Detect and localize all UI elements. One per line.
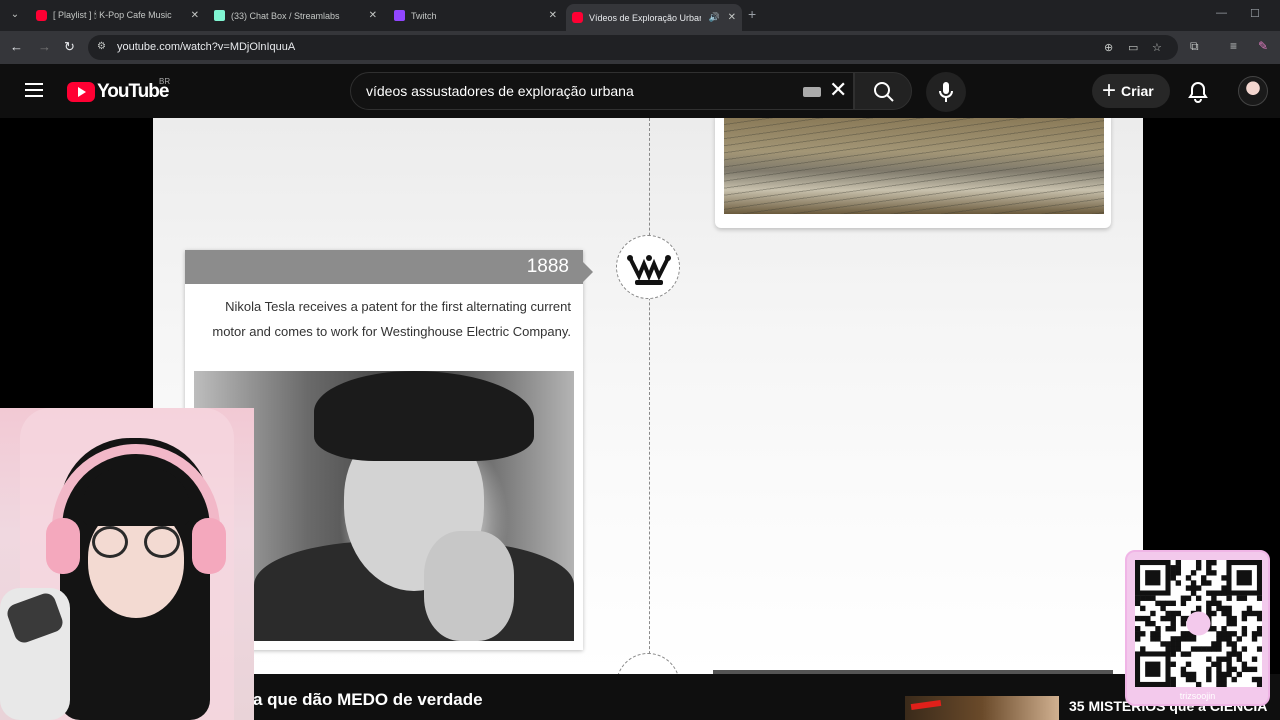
qr-code-icon <box>1135 560 1263 688</box>
tab-label: Vídeos de Exploração Urbana <box>589 12 701 23</box>
card-description: Nikola Tesla receives a patent for the f… <box>212 299 571 339</box>
qr-code <box>1135 560 1263 688</box>
card-header: 1888 <box>185 250 593 284</box>
tab-label: Twitch <box>411 10 437 21</box>
cast-icon[interactable]: ▭ <box>1128 41 1138 54</box>
microphone-icon <box>939 82 953 102</box>
qr-label: trizsoojin <box>1179 691 1216 701</box>
create-label: Criar <box>1121 83 1154 99</box>
timeline-marker <box>616 235 680 299</box>
tab-streamlabs[interactable]: (33) Chat Box / Streamlabs ✕ <box>208 4 383 27</box>
search-input[interactable]: vídeos assustadores de exploração urbana <box>366 83 634 99</box>
tab-search-chevron-icon[interactable]: ⌄ <box>8 8 22 22</box>
headset-cup-left <box>46 518 80 574</box>
media-control-icon[interactable]: ≡ <box>1230 39 1237 53</box>
youtube-play-icon <box>67 82 95 102</box>
browser-tab-strip: ⌄ [ Playlist ] 🕯 K-Pop Cafe Music ✕ (33)… <box>0 0 1280 31</box>
avatar[interactable] <box>1238 76 1268 106</box>
country-code: BR <box>159 77 171 86</box>
headset-cup-right <box>192 518 226 574</box>
year-label: 1888 <box>526 256 569 277</box>
youtube-wordmark: YouTube <box>97 81 169 102</box>
bookmark-star-icon[interactable]: ☆ <box>1152 41 1162 54</box>
search-icon <box>874 82 894 102</box>
back-arrow-icon[interactable]: ← <box>10 39 23 54</box>
streamlabs-icon <box>214 10 225 21</box>
close-icon[interactable]: ✕ <box>369 10 377 21</box>
notifications-bell-icon[interactable] <box>1187 81 1209 108</box>
westinghouse-logo-icon <box>627 255 671 285</box>
extensions-puzzle-icon[interactable]: ⧉ <box>1190 39 1199 54</box>
search-button[interactable] <box>854 72 912 110</box>
youtube-icon <box>572 12 583 23</box>
red-arrow-icon <box>910 699 942 711</box>
reload-icon[interactable]: ↻ <box>64 39 75 55</box>
webcam-overlay <box>0 408 254 720</box>
profile-extension-icon[interactable]: ✎ <box>1258 39 1268 53</box>
tab-twitch[interactable]: Twitch ✕ <box>388 4 563 27</box>
create-button[interactable]: + Criar <box>1092 74 1170 108</box>
close-icon[interactable]: ✕ <box>728 12 736 23</box>
timeline-marker <box>616 653 680 674</box>
tab-label: [ Playlist ] 🕯 K-Pop Cafe Music <box>53 10 172 20</box>
timeline-dashed-line <box>649 118 650 674</box>
menu-hamburger-icon[interactable] <box>25 83 43 97</box>
qr-code-overlay: trizsoojin <box>1125 550 1270 706</box>
close-icon[interactable]: ✕ <box>191 10 199 21</box>
forward-arrow-icon[interactable]: → <box>38 39 51 54</box>
tab-urban-exploration[interactable]: Vídeos de Exploração Urbana 🔊 ✕ <box>566 4 742 31</box>
youtube-logo[interactable]: YouTube BR <box>67 77 170 103</box>
railway-image <box>724 118 1104 214</box>
address-bar[interactable]: ⚙ youtube.com/watch?v=MDjOlnIquuA ⊕ ▭ ☆ <box>88 35 1178 60</box>
tab-kpop-playlist[interactable]: [ Playlist ] 🕯 K-Pop Cafe Music ✕ <box>30 4 205 27</box>
plus-icon: + <box>1102 77 1117 104</box>
related-video-thumbnail[interactable] <box>905 696 1059 720</box>
close-icon[interactable]: ✕ <box>549 10 557 21</box>
url-text[interactable]: youtube.com/watch?v=MDjOlnIquuA <box>117 41 295 53</box>
zoom-icon[interactable]: ⊕ <box>1104 41 1113 54</box>
search-box[interactable]: vídeos assustadores de exploração urbana… <box>350 72 854 110</box>
new-tab-plus-icon[interactable]: + <box>748 6 756 22</box>
keyboard-icon[interactable] <box>803 87 821 97</box>
minimize-icon[interactable]: — <box>1216 7 1227 19</box>
site-settings-icon[interactable]: ⚙ <box>97 41 106 52</box>
video-player[interactable]: 1888 Nikola Tesla receives a patent for … <box>153 118 1143 674</box>
twitch-icon <box>394 10 405 21</box>
timeline-photo-railway <box>715 118 1111 228</box>
tab-label: (33) Chat Box / Streamlabs <box>231 10 340 21</box>
browser-toolbar: ← → ↻ ⚙ youtube.com/watch?v=MDjOlnIquuA … <box>0 31 1280 64</box>
youtube-icon <box>36 10 47 21</box>
youtube-header: YouTube BR vídeos assustadores de explor… <box>0 64 1280 118</box>
video-title: a que dão MEDO de verdade <box>253 690 483 709</box>
maximize-icon[interactable]: ☐ <box>1250 7 1260 20</box>
speaker-icon[interactable]: 🔊 <box>709 12 720 23</box>
voice-search-button[interactable] <box>926 72 966 112</box>
clear-search-icon[interactable]: ✕ <box>829 79 847 101</box>
